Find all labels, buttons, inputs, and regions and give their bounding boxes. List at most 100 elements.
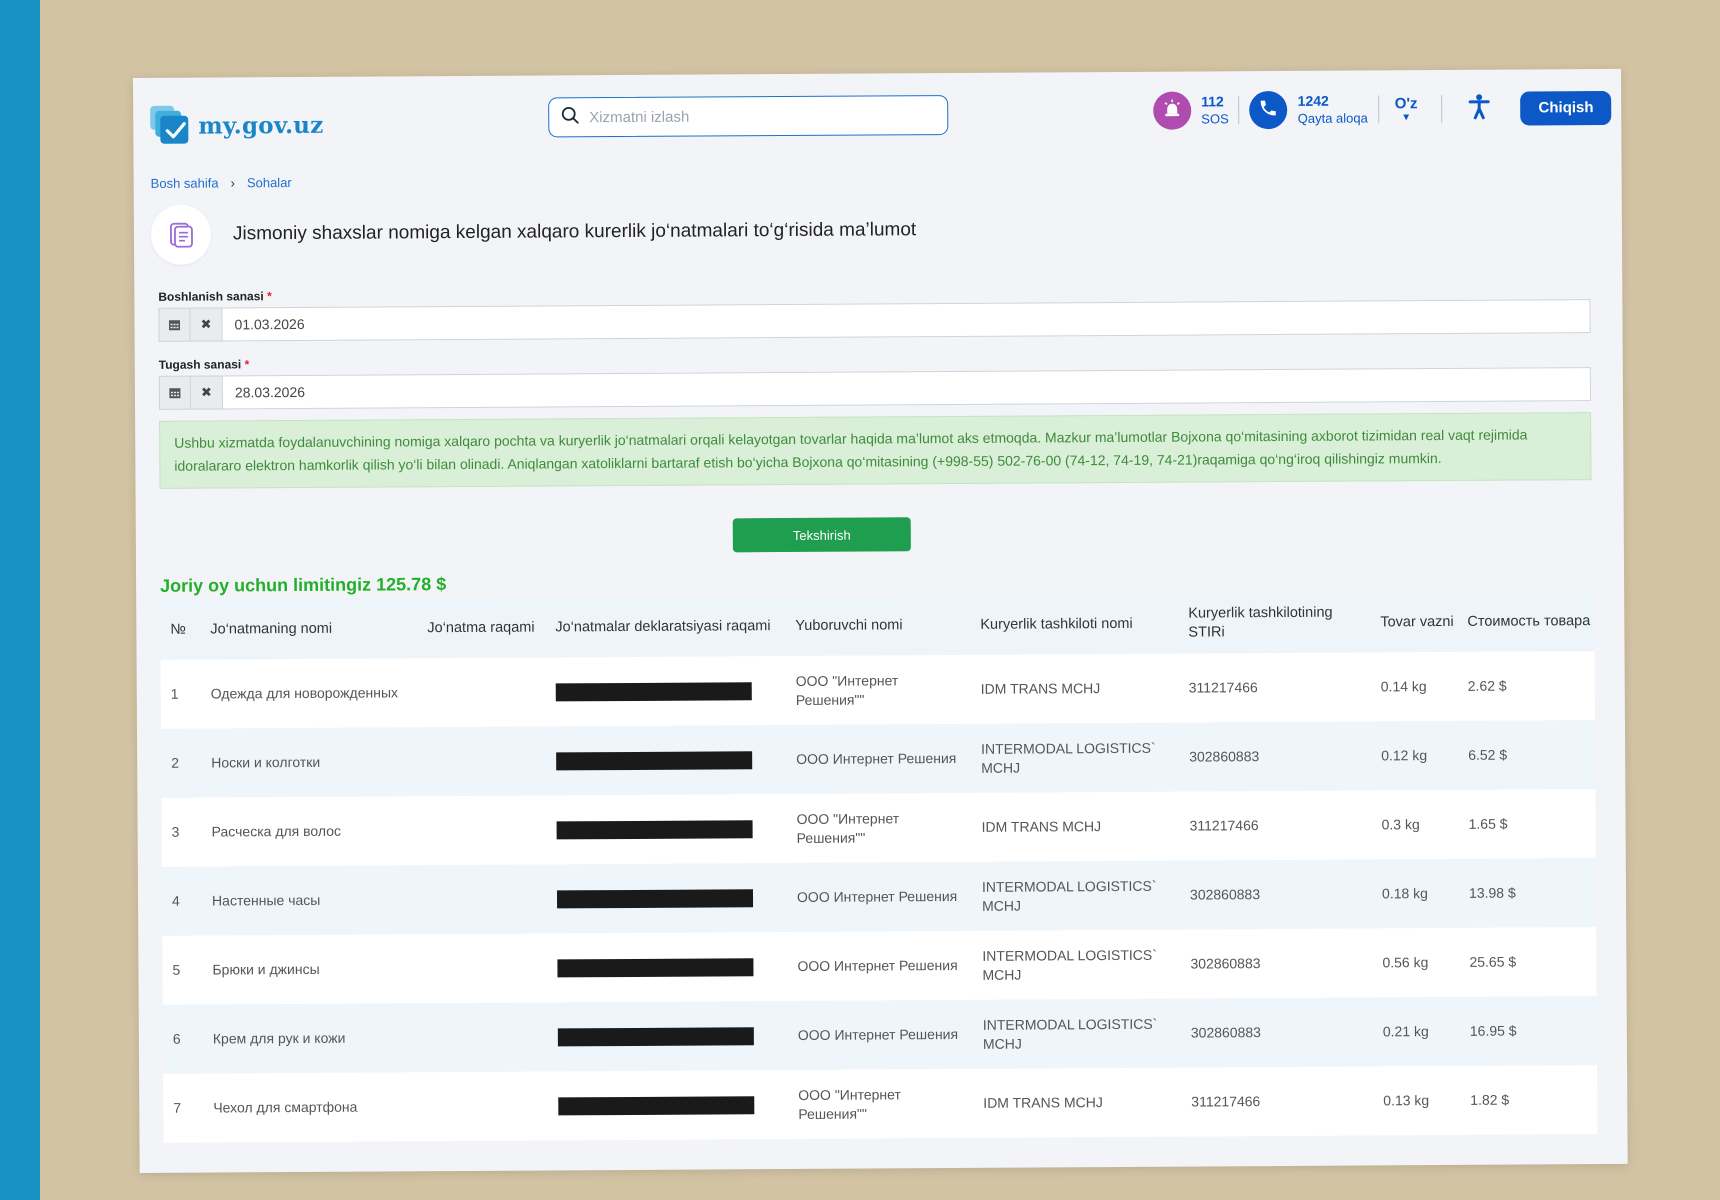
cell-declaration bbox=[547, 888, 787, 908]
language-select[interactable]: O'z ▼ bbox=[1395, 95, 1418, 124]
cell-stir: 311217466 bbox=[1188, 679, 1258, 696]
cell-declaration bbox=[548, 1095, 788, 1115]
cell-num: 1 bbox=[170, 685, 179, 702]
header-actions: 112 SOS 1242 Qayta aloqa O'z ▼ Chiqish bbox=[1153, 89, 1612, 130]
redacted-bar bbox=[556, 819, 753, 839]
callback-button[interactable] bbox=[1249, 90, 1288, 130]
header-declaration: Jo‘natmalar deklaratsiyasi raqami bbox=[555, 617, 771, 635]
redacted-bar bbox=[558, 1095, 755, 1115]
page-title: Jismoniy shaxslar nomiga kelgan xalqaro … bbox=[232, 219, 917, 245]
cell-cost: 25.65 $ bbox=[1469, 953, 1517, 970]
start-date-input[interactable]: 01.03.2026 bbox=[222, 299, 1591, 342]
end-date-field: ✖ 28.03.2026 bbox=[158, 367, 1592, 410]
call-label: Qayta aloqa bbox=[1297, 110, 1368, 126]
sos-info[interactable]: 112 SOS bbox=[1201, 92, 1229, 128]
cell-num: 6 bbox=[172, 1030, 181, 1047]
divider bbox=[1377, 95, 1379, 124]
logo-text: my.gov.uz bbox=[198, 111, 324, 140]
breadcrumb-home[interactable]: Bosh sahifa bbox=[151, 175, 219, 190]
cell-declaration bbox=[547, 819, 787, 839]
start-date-label: Boshlanish sanasi * bbox=[158, 289, 271, 304]
calendar-icon[interactable] bbox=[158, 307, 191, 342]
search-box[interactable] bbox=[548, 95, 949, 138]
cell-shipment bbox=[420, 1037, 548, 1038]
cell-num: 3 bbox=[171, 823, 180, 840]
redacted-bar bbox=[557, 957, 754, 977]
cell-name: Одежда для новорожденных bbox=[210, 684, 399, 702]
cell-num: 2 bbox=[171, 754, 180, 771]
cell-cost: 6.52 $ bbox=[1468, 746, 1508, 763]
cell-weight: 0.12 kg bbox=[1381, 747, 1428, 764]
cell-stir: 302860883 bbox=[1189, 886, 1261, 903]
cell-stir: 302860883 bbox=[1189, 748, 1260, 765]
cell-sender: ООО Интернет Решения bbox=[797, 956, 958, 974]
monthly-limit: Joriy oy uchun limitingiz 125.78 $ bbox=[160, 574, 447, 596]
cell-weight: 0.21 kg bbox=[1382, 1023, 1429, 1040]
cell-sender: ООО Интернет Решения bbox=[796, 887, 958, 905]
cell-sender: ООО "Интернет Решения"" bbox=[796, 809, 900, 846]
table-row: 6 Крем для рук и кожи ООО Интернет Решен… bbox=[162, 996, 1598, 1074]
cell-shipment bbox=[420, 1106, 548, 1107]
start-date-label-text: Boshlanish sanasi bbox=[158, 289, 264, 304]
required-mark: * bbox=[244, 357, 250, 372]
cell-stir: 311217466 bbox=[1191, 1093, 1261, 1110]
clear-icon[interactable]: ✖ bbox=[190, 375, 224, 410]
header-sender: Yuboruvchi nomi bbox=[795, 616, 903, 634]
cell-weight: 0.18 kg bbox=[1381, 885, 1428, 902]
cell-cost: 13.98 $ bbox=[1468, 884, 1516, 901]
cell-name: Носки и колготки bbox=[211, 753, 321, 771]
search-input[interactable] bbox=[587, 105, 922, 127]
required-mark: * bbox=[267, 289, 272, 304]
logout-button[interactable]: Chiqish bbox=[1520, 90, 1612, 126]
cell-num: 7 bbox=[173, 1099, 182, 1116]
cell-shipment bbox=[419, 968, 547, 969]
cell-cost: 1.65 $ bbox=[1468, 815, 1508, 832]
site-logo[interactable]: my.gov.uz bbox=[150, 105, 324, 146]
cell-shipment bbox=[419, 899, 547, 900]
callback-info[interactable]: 1242 Qayta aloqa bbox=[1298, 91, 1368, 127]
check-button[interactable]: Tekshirish bbox=[732, 517, 911, 553]
shipments-table: № Jo‘natmaning nomi Jo‘natma raqami Jo‘n… bbox=[160, 591, 1598, 1143]
cell-courier: IDM TRANS MCHJ bbox=[981, 818, 1102, 835]
cell-declaration bbox=[547, 957, 787, 977]
cell-cost: 2.62 $ bbox=[1467, 677, 1507, 694]
clear-icon[interactable]: ✖ bbox=[190, 307, 223, 342]
table-row: 3 Расческа для волос ООО "Интернет Решен… bbox=[161, 789, 1596, 867]
cell-weight: 0.3 kg bbox=[1381, 816, 1420, 833]
breadcrumb-separator-icon: › bbox=[230, 175, 235, 191]
call-number: 1242 bbox=[1297, 92, 1329, 109]
redacted-bar bbox=[556, 750, 753, 770]
cell-stir: 311217466 bbox=[1189, 817, 1259, 834]
table-row: 1 Одежда для новорожденных ООО "Интернет… bbox=[160, 651, 1595, 729]
cell-shipment bbox=[419, 830, 547, 831]
phone-icon bbox=[1259, 98, 1279, 123]
header-stir: Kuryerlik tashkilotining STIRi bbox=[1188, 604, 1333, 641]
table-row: 7 Чехол для смартфона ООО "Интернет Реше… bbox=[163, 1065, 1598, 1143]
accessibility-button[interactable] bbox=[1464, 93, 1494, 124]
cell-shipment bbox=[418, 761, 546, 762]
end-date-label: Tugash sanasi * bbox=[159, 357, 250, 372]
table-row: 5 Брюки и джинсы ООО Интернет Решения IN… bbox=[162, 927, 1597, 1005]
background-strip bbox=[0, 0, 40, 1200]
search-icon bbox=[561, 106, 579, 129]
cell-sender: ООО Интернет Решения bbox=[797, 1025, 959, 1043]
end-date-input[interactable]: 28.03.2026 bbox=[222, 367, 1592, 410]
cell-weight: 0.56 kg bbox=[1382, 954, 1429, 971]
cell-declaration bbox=[546, 681, 786, 701]
table-header: № Jo‘natmaning nomi Jo‘natma raqami Jo‘n… bbox=[160, 591, 1595, 660]
divider bbox=[1441, 95, 1443, 124]
start-date-field: ✖ 01.03.2026 bbox=[158, 299, 1591, 342]
cell-weight: 0.13 kg bbox=[1383, 1092, 1430, 1109]
sos-button[interactable] bbox=[1153, 91, 1192, 130]
breadcrumb-sections[interactable]: Sohalar bbox=[247, 175, 292, 190]
header-num: № bbox=[170, 621, 186, 638]
calendar-icon[interactable] bbox=[158, 375, 192, 410]
document-icon bbox=[150, 204, 212, 265]
cell-courier: IDM TRANS MCHJ bbox=[983, 1094, 1103, 1111]
cell-courier: IDM TRANS MCHJ bbox=[980, 680, 1101, 697]
language-value: O'z bbox=[1394, 94, 1418, 112]
cell-sender: ООО Интернет Решения bbox=[796, 749, 957, 767]
cell-name: Расческа для волос bbox=[211, 822, 342, 840]
table-row: 4 Настенные часы ООО Интернет Решения IN… bbox=[161, 858, 1597, 936]
table-body: 1 Одежда для новорожденных ООО "Интернет… bbox=[160, 651, 1598, 1143]
